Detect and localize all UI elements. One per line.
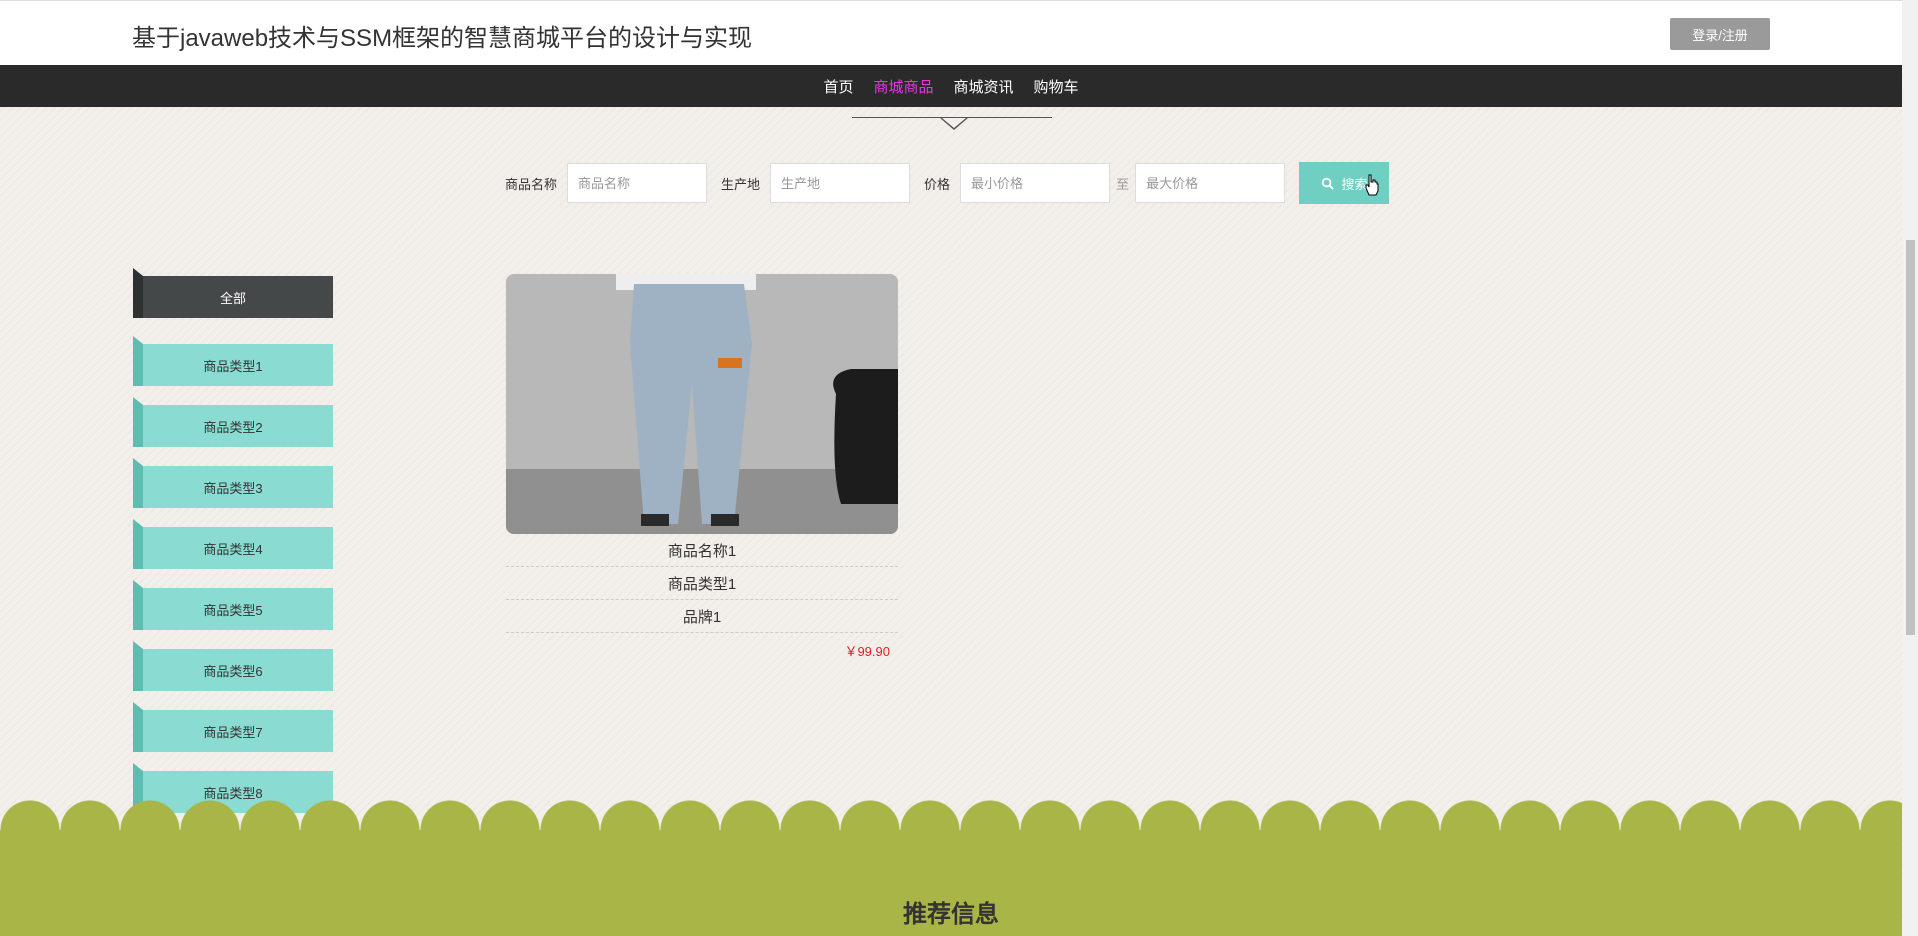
- category-item[interactable]: 商品类型2: [133, 405, 333, 447]
- product-brand: 品牌1: [506, 600, 898, 633]
- category-item[interactable]: 商品类型5: [133, 588, 333, 630]
- category-item[interactable]: 商品类型6: [133, 649, 333, 691]
- product-name-input[interactable]: [567, 163, 708, 203]
- top-header: 基于javaweb技术与SSM框架的智慧商城平台的设计与实现 登录/注册: [0, 0, 1902, 65]
- category-item[interactable]: 商品类型7: [133, 710, 333, 752]
- origin-label: 生产地: [721, 176, 761, 192]
- product-name-label: 商品名称: [505, 176, 558, 192]
- product-card[interactable]: 商品名称1 商品类型1 品牌1 ￥99.90: [506, 274, 898, 660]
- category-sidebar: 全部 商品类型1 商品类型2 商品类型3 商品类型4 商品类型5 商品类型6 商…: [133, 276, 333, 832]
- nav-item-cart[interactable]: 购物车: [1024, 76, 1089, 97]
- login-register-button[interactable]: 登录/注册: [1670, 18, 1770, 50]
- price-label: 价格: [924, 176, 951, 192]
- product-type: 商品类型1: [506, 567, 898, 600]
- product-price: ￥99.90: [844, 644, 890, 659]
- product-name: 商品名称1: [506, 534, 898, 567]
- search-bar: 商品名称 生产地 价格 至 搜索: [505, 162, 1390, 204]
- nav-item-home[interactable]: 首页: [813, 76, 863, 97]
- nav-item-news[interactable]: 商城资讯: [944, 76, 1024, 97]
- max-price-input[interactable]: [1135, 163, 1286, 203]
- page-scrollbar[interactable]: [1903, 0, 1918, 936]
- category-item[interactable]: 商品类型3: [133, 466, 333, 508]
- nav-menu: 首页 商城商品 商城资讯 购物车: [0, 65, 1902, 107]
- scrollbar-thumb[interactable]: [1906, 240, 1915, 635]
- min-price-input[interactable]: [960, 163, 1111, 203]
- origin-input[interactable]: [770, 163, 911, 203]
- category-all[interactable]: 全部: [133, 276, 333, 318]
- recommend-title: 推荐信息: [903, 901, 999, 928]
- product-image[interactable]: [506, 274, 898, 534]
- price-separator: 至: [1116, 176, 1130, 192]
- mouse-cursor-icon: [1365, 174, 1379, 196]
- category-item[interactable]: 商品类型4: [133, 527, 333, 569]
- category-item[interactable]: 商品类型1: [133, 344, 333, 386]
- nav-decoration: [852, 117, 1052, 131]
- search-icon: [1321, 177, 1334, 190]
- site-title: 基于javaweb技术与SSM框架的智慧商城平台的设计与实现: [132, 25, 753, 52]
- footer-scalloped-edge: [0, 800, 1902, 830]
- nav-item-products[interactable]: 商城商品: [863, 76, 943, 97]
